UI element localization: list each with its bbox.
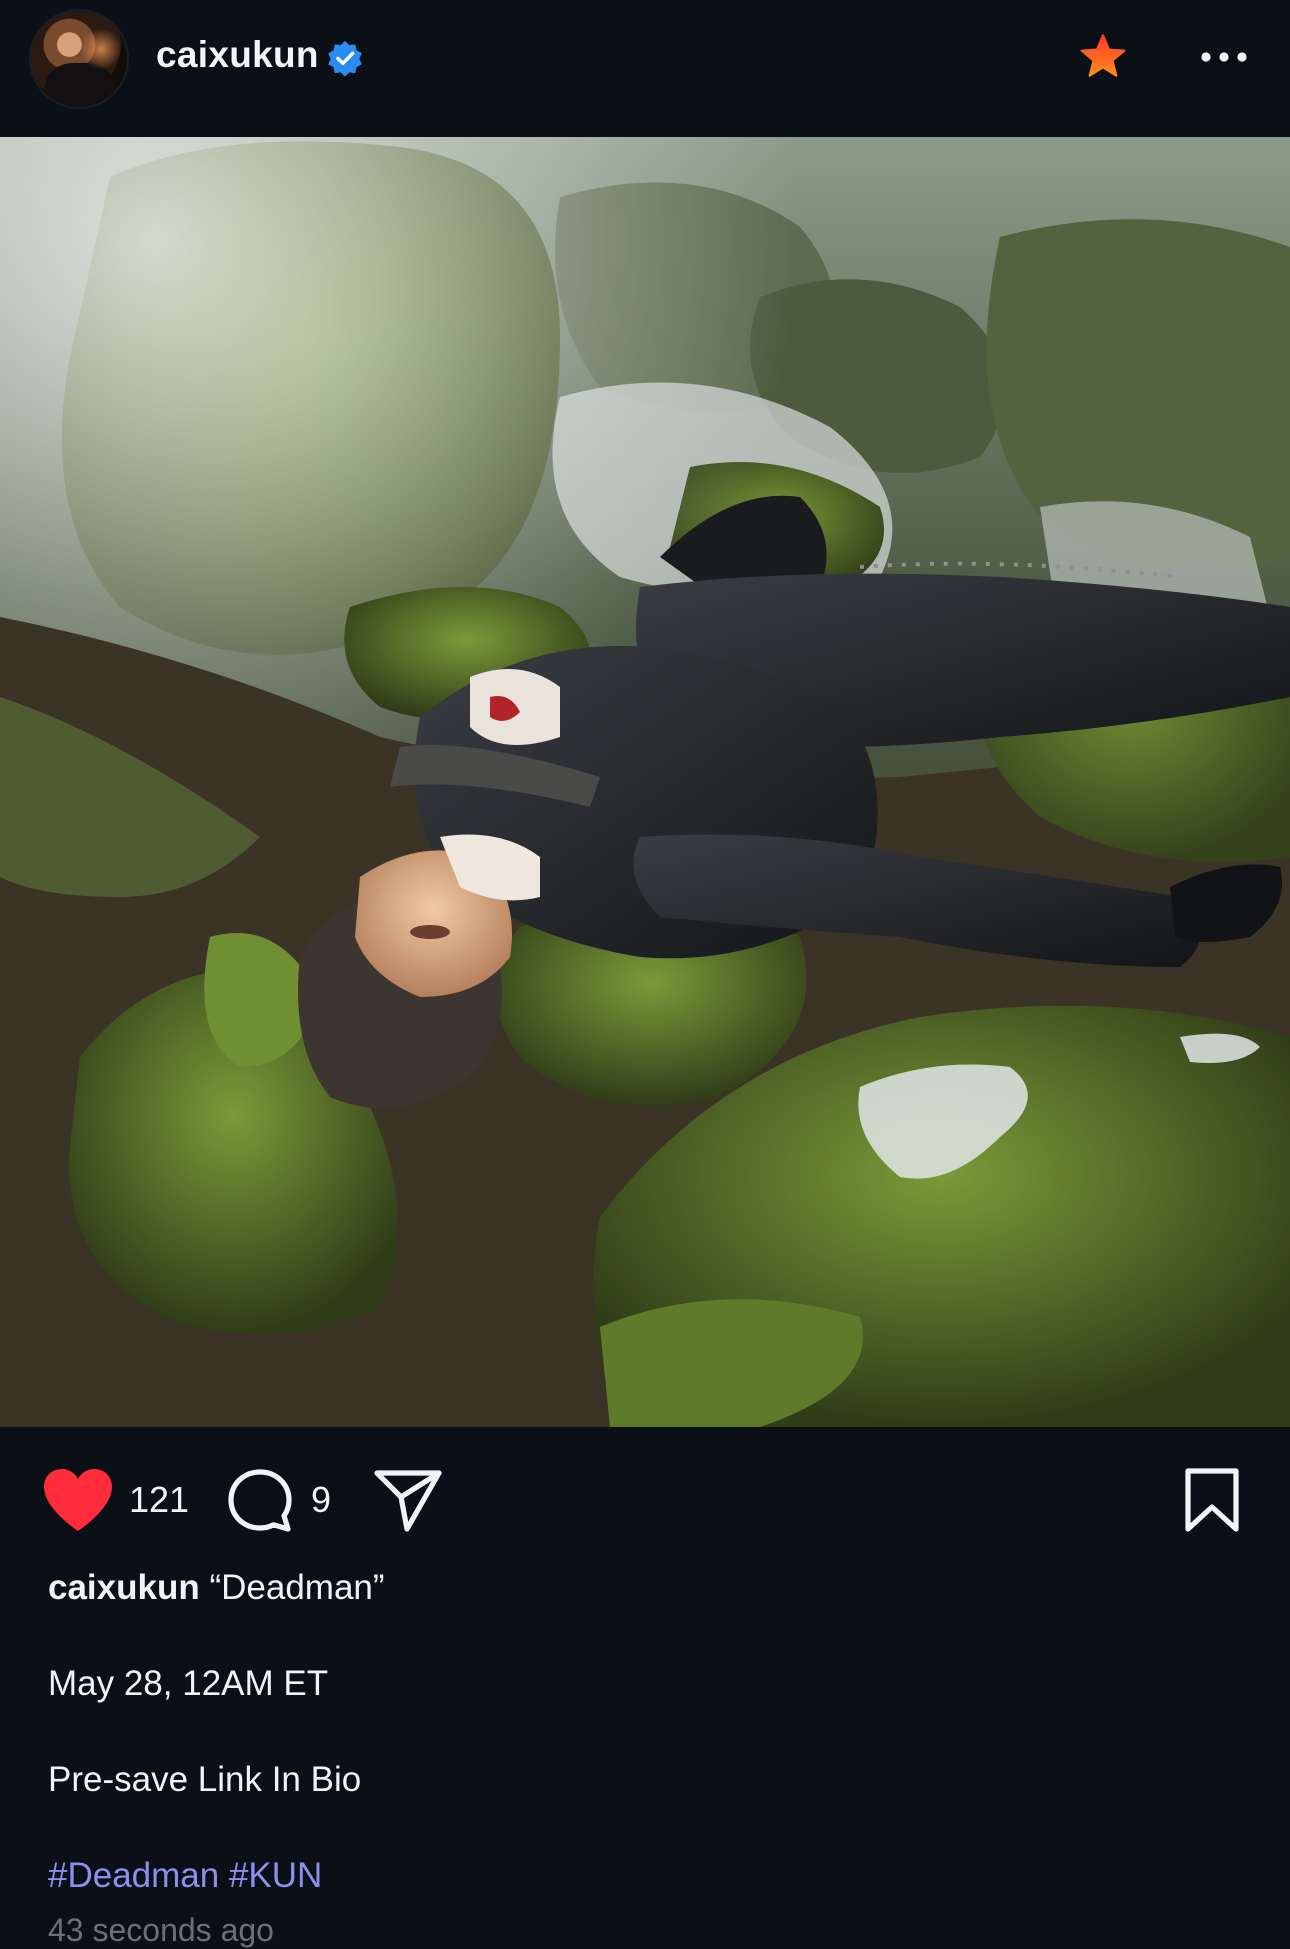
username[interactable]: caixukun <box>156 34 319 76</box>
hashtag-kun[interactable]: #KUN <box>229 1856 322 1895</box>
comment-count[interactable]: 9 <box>311 1479 331 1521</box>
avatar-figure <box>45 63 115 107</box>
caption-release-date: May 28, 12AM ET <box>48 1664 329 1703</box>
caption-author[interactable]: caixukun <box>48 1568 200 1607</box>
verified-badge-icon <box>328 40 362 77</box>
hashtag-deadman[interactable]: #Deadman <box>48 1856 219 1895</box>
paper-plane-icon[interactable] <box>373 1467 443 1533</box>
post-header: caixukun <box>0 0 1290 137</box>
post-photo[interactable] <box>0 137 1290 1427</box>
caption-presave: Pre-save Link In Bio <box>48 1760 362 1799</box>
like-count[interactable]: 121 <box>129 1479 189 1521</box>
action-bar: 121 9 <box>0 1427 1290 1577</box>
caption-title-line: caixukun “Deadman” <box>48 1568 385 1608</box>
avatar-light <box>79 29 123 69</box>
post-timestamp: 43 seconds ago <box>48 1912 274 1948</box>
profile-avatar[interactable] <box>31 11 127 107</box>
caption-title: “Deadman” <box>199 1568 385 1607</box>
bookmark-icon[interactable] <box>1182 1467 1242 1533</box>
post-photo-illustration <box>0 137 1290 1427</box>
heart-filled-icon[interactable] <box>40 1467 116 1533</box>
star-icon[interactable] <box>1078 32 1128 82</box>
comment-bubble-icon[interactable] <box>226 1467 294 1535</box>
caption-hashtags: #Deadman #KUN <box>48 1856 322 1896</box>
more-horizontal-icon[interactable] <box>1196 38 1252 76</box>
